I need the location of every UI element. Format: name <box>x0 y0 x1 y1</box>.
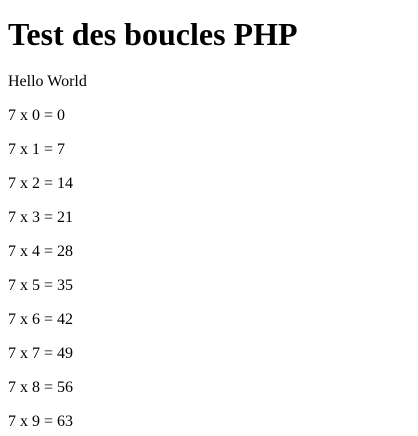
multiplication-line: 7 x 7 = 49 <box>8 345 74 362</box>
intro-text: Hello World <box>8 73 87 90</box>
multiplication-line: 7 x 2 = 14 <box>8 175 74 192</box>
multiplication-line: 7 x 3 = 21 <box>8 209 74 226</box>
page-content: Test des boucles PHP Hello World 7 x 0 =… <box>0 0 418 436</box>
multiplication-line: 7 x 9 = 63 <box>8 413 74 430</box>
multiplication-line: 7 x 5 = 35 <box>8 277 74 294</box>
multiplication-line: 7 x 0 = 0 <box>8 107 66 124</box>
page-title: Test des boucles PHP <box>8 16 298 52</box>
multiplication-line: 7 x 8 = 56 <box>8 379 74 396</box>
multiplication-line: 7 x 6 = 42 <box>8 311 74 328</box>
multiplication-line: 7 x 4 = 28 <box>8 243 74 260</box>
multiplication-line: 7 x 1 = 7 <box>8 141 66 158</box>
